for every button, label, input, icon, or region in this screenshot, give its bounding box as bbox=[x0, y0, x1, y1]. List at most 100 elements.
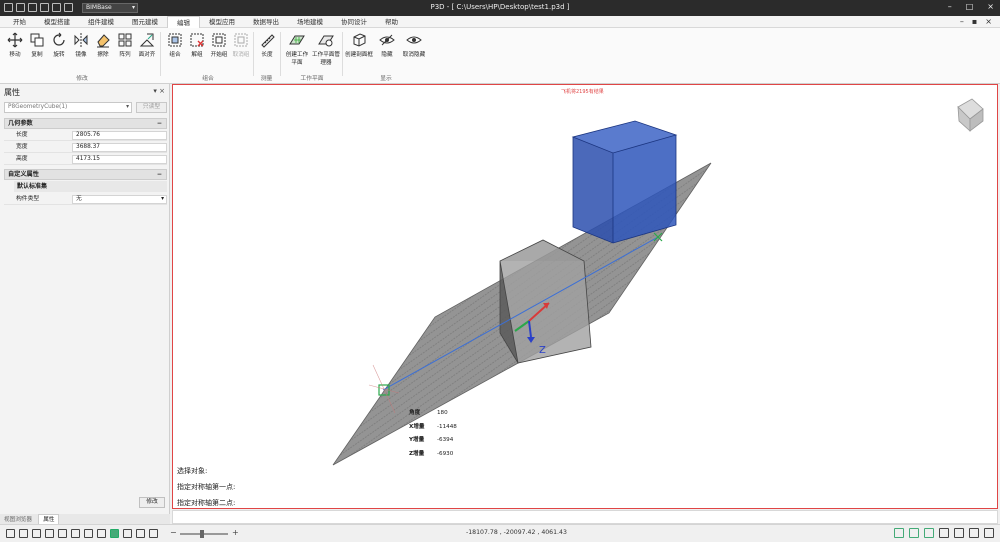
view-icon-11[interactable] bbox=[136, 529, 145, 538]
view-icon-6[interactable] bbox=[71, 529, 80, 538]
object-type-select[interactable]: P8GeometryCube(1) bbox=[4, 102, 132, 113]
erase-button[interactable]: 擦除 bbox=[92, 32, 114, 58]
zoom-out-button[interactable]: − bbox=[170, 528, 177, 537]
create-section-box-button[interactable]: 创建剖面框 bbox=[344, 32, 374, 58]
eye-hidden-icon bbox=[379, 34, 395, 46]
hide-button[interactable]: 隐藏 bbox=[376, 32, 398, 58]
group-icon bbox=[168, 33, 182, 47]
zoom-slider[interactable] bbox=[180, 530, 228, 538]
view-icon-4[interactable] bbox=[45, 529, 54, 538]
ribbon-separator bbox=[342, 32, 343, 76]
scene-canvas[interactable]: Z bbox=[173, 85, 999, 510]
tab-data-export[interactable]: 数据导出 bbox=[244, 16, 288, 28]
pin-icon[interactable]: ▾ bbox=[153, 87, 157, 95]
rotate-button[interactable]: 旋转 bbox=[48, 32, 70, 58]
section-geometry[interactable]: 几何参数 − bbox=[4, 118, 167, 129]
prompt-line: 指定对称轴第二点: bbox=[177, 499, 236, 507]
face-align-button[interactable]: 面对齐 bbox=[136, 32, 158, 58]
tab-collaboration[interactable]: 协同设计 bbox=[332, 16, 376, 28]
command-input[interactable] bbox=[172, 510, 998, 524]
workplane-manager-button[interactable]: 工作平面管理器 bbox=[312, 32, 340, 66]
ribbon-tabs: 开始 模型搭建 组件建模 图元建模 编辑 模型应用 数据导出 场地建模 协同设计… bbox=[0, 16, 1000, 28]
measurement-readout: 角度 180 X增量 -11448 Y增量 -6394 Z增量 -6930 bbox=[409, 407, 457, 461]
tab-edit[interactable]: 编辑 bbox=[167, 16, 200, 28]
minimize-icon[interactable]: – bbox=[948, 2, 952, 11]
tab-primitive-modeling[interactable]: 图元建模 bbox=[123, 16, 167, 28]
cancel-group-button[interactable]: 取消组 bbox=[230, 32, 252, 58]
start-group-icon bbox=[212, 33, 226, 47]
collapse-icon[interactable]: − bbox=[157, 170, 162, 179]
tab-model-build[interactable]: 模型搭建 bbox=[35, 16, 79, 28]
view-icon-3[interactable] bbox=[32, 529, 41, 538]
section-box-icon bbox=[353, 33, 366, 47]
settings-icon[interactable] bbox=[984, 528, 994, 538]
cursor-coordinates: -18107.78 , -20097.42 , 4061.43 bbox=[466, 529, 567, 536]
mirror-button[interactable]: 镜像 bbox=[70, 32, 92, 58]
close-panel-icon[interactable]: × bbox=[159, 87, 165, 95]
section-custom[interactable]: 自定义属性 − bbox=[4, 169, 167, 180]
blue-cube[interactable] bbox=[571, 120, 678, 244]
mirror-icon bbox=[74, 33, 88, 47]
tab-component-modeling[interactable]: 组件建模 bbox=[79, 16, 123, 28]
view-icon-12[interactable] bbox=[149, 529, 158, 538]
ribbon-separator bbox=[160, 32, 161, 76]
workplane-manager-icon bbox=[318, 35, 334, 47]
z-axis-label: Z bbox=[539, 345, 546, 356]
length-field[interactable]: 2805.76 bbox=[72, 131, 167, 140]
ortho-icon[interactable] bbox=[909, 528, 919, 538]
height-field[interactable]: 4173.15 bbox=[72, 155, 167, 164]
tab-start[interactable]: 开始 bbox=[4, 16, 35, 28]
start-group-button[interactable]: 开始组 bbox=[208, 32, 230, 58]
width-field[interactable]: 3688.37 bbox=[72, 143, 167, 152]
panel-bottom-tabs: 视图浏览器 属性 bbox=[0, 514, 170, 526]
panel-title: 属性 bbox=[4, 88, 20, 97]
properties-panel: 属性 ▾ × P8GeometryCube(1) 只读型 几何参数 − 长度 2… bbox=[0, 84, 170, 514]
grid-icon[interactable] bbox=[924, 528, 934, 538]
table-icon[interactable] bbox=[954, 528, 964, 538]
component-type-select[interactable]: 无 bbox=[72, 195, 167, 204]
doc-restore-icon[interactable]: ▪ bbox=[972, 17, 977, 26]
copy-button[interactable]: 复制 bbox=[26, 32, 48, 58]
view-toolbar bbox=[6, 529, 158, 538]
doc-close-icon[interactable]: × bbox=[985, 17, 992, 26]
3d-viewport[interactable]: 飞机将2195有结果 Z 角度 180 X增量 -11448 Y增量 -6394… bbox=[172, 84, 998, 509]
view-icon-5[interactable] bbox=[58, 529, 67, 538]
ungroup-button[interactable]: 解组 bbox=[186, 32, 208, 58]
zoom-in-button[interactable]: + bbox=[232, 528, 239, 537]
group-label-measure: 测量 bbox=[260, 76, 273, 82]
prompt-line: 指定对称轴第一点: bbox=[177, 483, 236, 491]
length-button[interactable]: 长度 bbox=[256, 32, 278, 58]
edit-type-button[interactable]: 只读型 bbox=[136, 102, 167, 113]
collapse-icon[interactable]: − bbox=[157, 119, 162, 128]
window-title: P3D - [ C:\Users\HP\Desktop\test1.p3d ] bbox=[430, 3, 570, 11]
snap-icon[interactable] bbox=[894, 528, 904, 538]
copy-icon bbox=[30, 33, 44, 47]
navigate-icon[interactable] bbox=[969, 528, 979, 538]
ruler-icon bbox=[261, 34, 275, 48]
tab-help[interactable]: 帮助 bbox=[376, 16, 407, 28]
maximize-icon[interactable]: □ bbox=[966, 2, 974, 11]
tab-site-modeling[interactable]: 场地建模 bbox=[288, 16, 332, 28]
array-button[interactable]: 阵列 bbox=[114, 32, 136, 58]
prop-row-length: 长度 2805.76 bbox=[4, 130, 167, 141]
group-button[interactable]: 组合 bbox=[164, 32, 186, 58]
doc-minimize-icon[interactable]: – bbox=[960, 17, 964, 26]
prop-row-component-type: 构件类型 无 bbox=[4, 194, 167, 205]
view-icon-1[interactable] bbox=[6, 529, 15, 538]
close-icon[interactable]: × bbox=[987, 2, 994, 11]
unhide-button[interactable]: 取消隐藏 bbox=[400, 32, 428, 58]
measure-icon[interactable] bbox=[939, 528, 949, 538]
apply-button[interactable]: 修改 bbox=[139, 497, 165, 508]
view-icon-8[interactable] bbox=[97, 529, 106, 538]
status-bar: − + -18107.78 , -20097.42 , 4061.43 bbox=[0, 524, 1000, 542]
tab-model-apply[interactable]: 模型应用 bbox=[200, 16, 244, 28]
rotate-icon bbox=[53, 32, 65, 46]
view-icon-7[interactable] bbox=[84, 529, 93, 538]
view-icon-2[interactable] bbox=[19, 529, 28, 538]
measure-z-delta: Z增量 -6930 bbox=[409, 450, 454, 457]
view-cube-widget[interactable] bbox=[957, 98, 984, 132]
move-button[interactable]: 移动 bbox=[4, 32, 26, 58]
view-icon-9[interactable] bbox=[110, 529, 119, 538]
view-icon-10[interactable] bbox=[123, 529, 132, 538]
create-workplane-button[interactable]: 创建工作平面 bbox=[284, 32, 310, 66]
